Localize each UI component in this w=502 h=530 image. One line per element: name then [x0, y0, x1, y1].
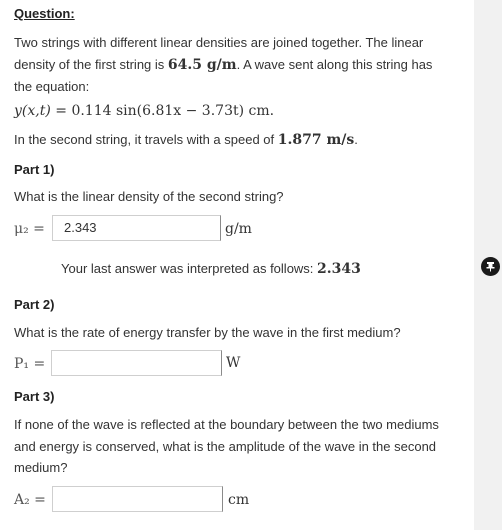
part-1-unit: g/m: [225, 221, 252, 237]
part-2-title: Part 2): [14, 297, 55, 312]
part-2-prompt: What is the rate of energy transfer by t…: [14, 325, 401, 340]
density-value: 64.5 g/m: [167, 56, 237, 73]
part-3-prompt: If none of the wave is reflected at the …: [14, 417, 439, 475]
question-intro: Two strings with different linear densit…: [14, 32, 454, 98]
question-header: Question:: [14, 6, 75, 21]
wave-equation: y(x,t) = 0.114 sin(6.81x − 3.73t) cm.: [14, 103, 274, 119]
feedback-value: 2.343: [317, 261, 361, 277]
part-1-prompt: What is the linear density of the second…: [14, 189, 284, 204]
part-1-feedback: Your last answer was interpreted as foll…: [61, 261, 361, 277]
part-1-label: μ₂ =: [14, 221, 45, 237]
equation-lhs: y(x,t) =: [14, 103, 72, 119]
speed-value: 1.877 m/s: [277, 132, 355, 148]
part-1-title: Part 1): [14, 162, 55, 177]
part-3-title: Part 3): [14, 389, 55, 404]
feedback-text: Your last answer was interpreted as foll…: [61, 261, 314, 276]
amplitude-input[interactable]: [52, 486, 223, 512]
part-3-unit: cm: [228, 492, 250, 508]
pin-icon: [485, 261, 496, 272]
equation-rhs: 0.114 sin(6.81x − 3.73t) cm.: [71, 103, 275, 119]
part-2-label: P₁ =: [14, 356, 46, 372]
speed-text: In the second string, it travels with a …: [14, 132, 275, 147]
linear-density-input[interactable]: 2.343: [52, 215, 221, 241]
pin-button[interactable]: [481, 257, 500, 276]
speed-end: .: [354, 132, 358, 147]
speed-statement: In the second string, it travels with a …: [14, 132, 358, 148]
part-2-unit: W: [226, 355, 241, 371]
part-3-label: A₂ =: [14, 492, 46, 508]
energy-rate-input[interactable]: [51, 350, 222, 376]
